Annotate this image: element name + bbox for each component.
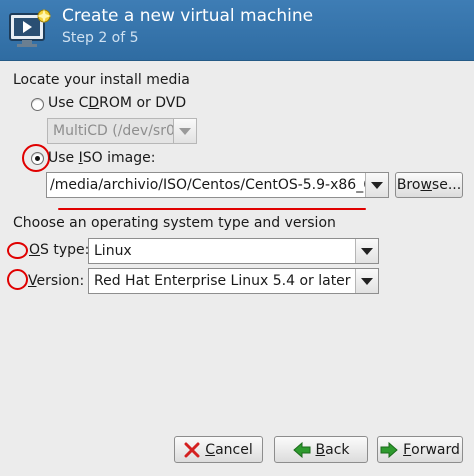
annotation-circle: [22, 144, 50, 172]
os-heading: Choose an operating system type and vers…: [13, 215, 336, 231]
os-type-value: Linux: [94, 243, 132, 259]
browse-button[interactable]: Bro w se...: [395, 172, 463, 198]
chevron-down-icon[interactable]: [365, 173, 388, 197]
cdrom-radio-label[interactable]: Use CDROM or DVD: [48, 95, 186, 111]
iso-path-value[interactable]: /media/archivio/ISO/Centos/CentOS-5.9-x8…: [47, 177, 365, 193]
chevron-down-icon: [173, 119, 196, 143]
cdrom-radio[interactable]: [31, 98, 44, 111]
chevron-down-icon: [355, 269, 378, 293]
wizard-step: Step 2 of 5: [62, 30, 139, 46]
version-value: Red Hat Enterprise Linux 5.4 or later: [94, 273, 351, 289]
cdrom-device-value: MultiCD (/dev/sr0): [53, 123, 173, 139]
virtual-machine-icon: [9, 9, 51, 47]
version-label: Version:: [28, 273, 85, 289]
annotation-underline: [58, 208, 366, 210]
annotation-circle: [7, 242, 28, 259]
cancel-button[interactable]: Cancel: [174, 436, 263, 463]
close-icon: [184, 442, 200, 457]
install-media-heading: Locate your install media: [13, 72, 190, 88]
wizard-header: Create a new virtual machine Step 2 of 5: [0, 0, 474, 61]
iso-path-combo[interactable]: /media/archivio/ISO/Centos/CentOS-5.9-x8…: [46, 172, 389, 198]
forward-button[interactable]: Forward: [377, 436, 463, 463]
wizard-title: Create a new virtual machine: [62, 6, 314, 26]
cdrom-device-select[interactable]: MultiCD (/dev/sr0): [47, 118, 197, 144]
version-select[interactable]: Red Hat Enterprise Linux 5.4 or later: [88, 268, 379, 294]
annotation-circle: [7, 269, 28, 290]
chevron-down-icon: [355, 239, 378, 263]
iso-radio-label[interactable]: Use ISO image:: [48, 150, 155, 166]
os-type-select[interactable]: Linux: [88, 238, 379, 264]
os-type-label: OS type:: [29, 242, 90, 258]
arrow-left-icon: [292, 441, 310, 458]
back-button[interactable]: Back: [274, 436, 368, 463]
arrow-right-icon: [380, 441, 398, 458]
